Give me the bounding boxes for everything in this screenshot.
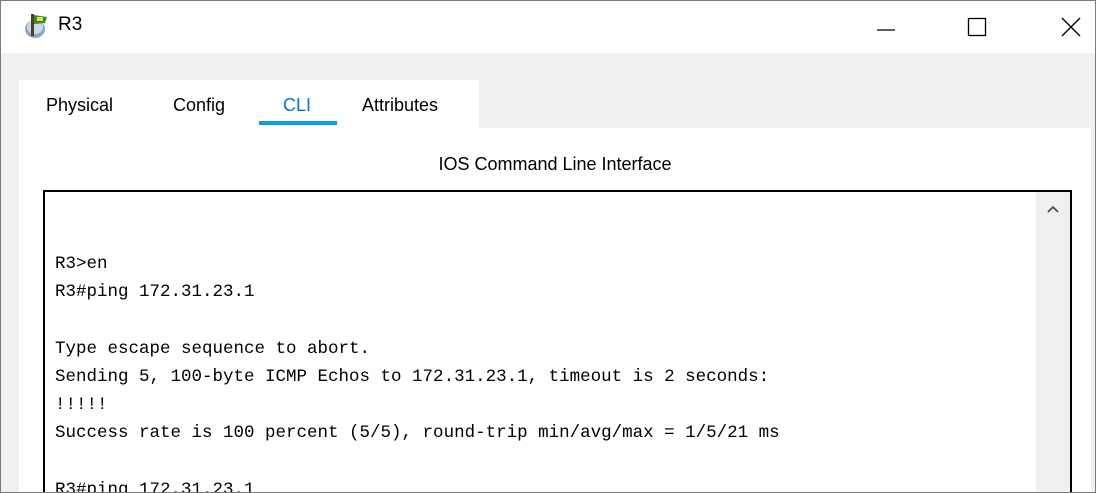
terminal-line: Success rate is 100 percent (5/5), round… <box>55 423 780 444</box>
close-icon <box>1061 17 1081 37</box>
terminal-line: Sending 5, 100-byte ICMP Echos to 172.31… <box>55 366 770 387</box>
minimize-icon <box>876 17 896 37</box>
chevron-up-icon <box>1047 200 1059 218</box>
terminal-line: R3#ping 172.31.23.1 <box>55 282 255 303</box>
terminal-line: Type escape sequence to abort. <box>55 338 371 359</box>
scroll-up-button[interactable] <box>1036 192 1070 226</box>
title-bar[interactable]: R3 <box>1 1 1095 53</box>
cli-panel: IOS Command Line Interface R3>en R3#ping… <box>19 128 1091 493</box>
cli-terminal[interactable]: R3>en R3#ping 172.31.23.1 Type escape se… <box>43 190 1072 493</box>
terminal-line: !!!!! <box>55 395 108 416</box>
terminal-line: R3#ping 172.31.23.1 <box>55 479 255 493</box>
tab-physical[interactable]: Physical <box>46 95 113 116</box>
window-title: R3 <box>58 14 83 35</box>
tab-bar: Physical Config CLI Attributes <box>19 80 479 128</box>
maximize-icon <box>967 17 987 37</box>
terminal-output: R3>en R3#ping 172.31.23.1 Type escape se… <box>55 250 780 493</box>
terminal-line: R3>en <box>55 254 108 274</box>
close-button[interactable] <box>1048 1 1094 53</box>
panel-title: IOS Command Line Interface <box>438 154 672 174</box>
vertical-scrollbar[interactable] <box>1036 192 1070 492</box>
maximize-button[interactable] <box>954 1 1000 53</box>
tab-config[interactable]: Config <box>173 95 225 116</box>
minimize-button[interactable] <box>863 1 909 53</box>
device-window: R3 Physical Config CLI Attributes IOS Co… <box>0 0 1096 493</box>
tab-attributes[interactable]: Attributes <box>362 95 438 116</box>
router-app-icon <box>23 12 53 40</box>
active-tab-indicator <box>259 121 337 125</box>
tab-cli[interactable]: CLI <box>283 95 311 116</box>
